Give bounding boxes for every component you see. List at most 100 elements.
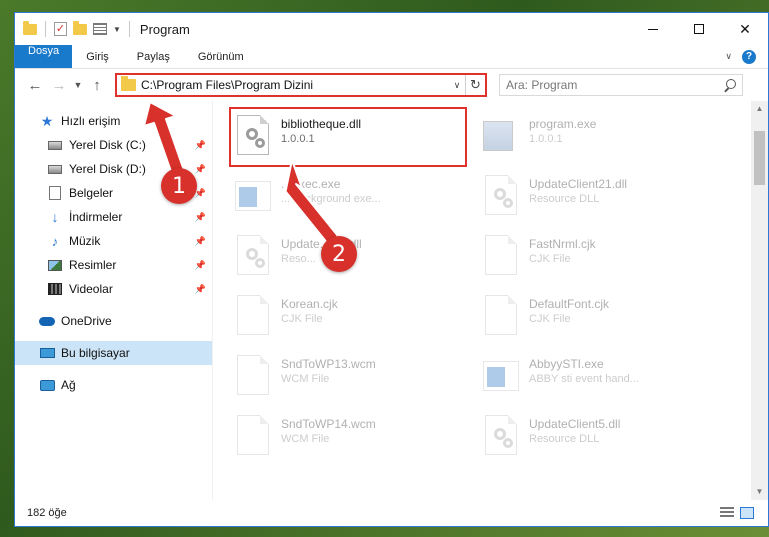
scroll-up-icon[interactable]: ▲	[751, 101, 768, 117]
toolbar-divider	[128, 21, 130, 37]
file-item[interactable]: UpdateClient21.dll Resource DLL	[483, 169, 731, 229]
file-item[interactable]: SndToWP13.wcm WCM File	[235, 349, 483, 409]
dll-file-icon	[483, 175, 519, 221]
toolbar-divider	[45, 21, 46, 37]
file-list: bibliotheque.dll 1.0.0.1 program.exe 1.0.0…	[213, 101, 768, 500]
sidebar-item-label: Resimler	[69, 258, 117, 272]
file-item[interactable]: Update...t21.dll Reso...	[235, 229, 483, 289]
file-item[interactable]: ...Exec.exe ... background exe...	[235, 169, 483, 229]
sidebar-item-label: Videolar	[69, 282, 113, 296]
sidebar-item-pictures[interactable]: Resimler 📌	[15, 253, 212, 277]
back-button[interactable]: ←	[23, 77, 47, 94]
file-icon	[235, 295, 271, 341]
file-icon	[235, 355, 271, 401]
sidebar-item-label: Hızlı erişim	[61, 114, 121, 128]
cloud-icon	[39, 313, 55, 329]
file-item[interactable]: UpdateClient5.dll Resource DLL	[483, 409, 731, 469]
ribbon-right-controls: ∨ ?	[725, 45, 768, 68]
star-icon: ★	[40, 112, 54, 129]
pin-icon[interactable]: 📌	[195, 284, 206, 295]
file-subtitle: CJK File	[529, 253, 571, 265]
quick-access-toolbar: ✓ ▼	[15, 13, 132, 45]
address-path[interactable]: C:\Program Files\Program Dizini	[141, 78, 449, 92]
folder-icon[interactable]	[23, 20, 37, 35]
tab-home[interactable]: Giriş	[72, 45, 123, 68]
expand-ribbon-icon[interactable]: ∨	[725, 51, 732, 62]
file-name: FastNrml.cjk	[529, 237, 596, 251]
file-item[interactable]: Korean.cjk CJK File	[235, 289, 483, 349]
program-exe-icon	[483, 115, 519, 161]
recent-locations-button[interactable]: ▼	[71, 80, 85, 90]
ribbon-tabs: Dosya Giriş Paylaş Görünüm ∨ ?	[15, 45, 768, 69]
forward-button[interactable]: →	[47, 77, 71, 94]
file-subtitle: ... background exe...	[281, 193, 381, 205]
vertical-scrollbar[interactable]: ▲ ▼	[751, 101, 768, 500]
sidebar-item-quick-access[interactable]: ★ Hızlı erişim	[15, 109, 212, 133]
file-name: SndToWP13.wcm	[281, 357, 376, 371]
search-icon[interactable]	[724, 79, 736, 91]
documents-icon	[47, 185, 63, 201]
scroll-down-icon[interactable]: ▼	[751, 484, 768, 500]
file-name: ...Exec.exe	[281, 177, 341, 191]
file-name: program.exe	[529, 117, 597, 131]
close-button[interactable]: ✕	[722, 13, 768, 45]
minimize-button[interactable]	[630, 13, 676, 45]
help-icon[interactable]: ?	[742, 49, 756, 64]
sidebar-item-this-pc[interactable]: Bu bilgisayar	[15, 341, 212, 365]
new-folder-icon[interactable]	[73, 20, 87, 35]
file-subtitle: WCM File	[281, 373, 330, 385]
pin-icon[interactable]: 📌	[195, 164, 206, 175]
videos-icon	[47, 281, 63, 297]
search-input[interactable]: Ara: Program	[499, 74, 743, 96]
pin-icon[interactable]: 📌	[195, 236, 206, 247]
close-icon: ✕	[739, 20, 751, 37]
file-subtitle: 1.0.0.1	[529, 133, 563, 145]
sidebar-item-downloads[interactable]: ↓ İndirmeler 📌	[15, 205, 212, 229]
address-dropdown-icon[interactable]: ∨	[449, 80, 465, 91]
refresh-button[interactable]: ↻	[465, 75, 485, 95]
tab-file[interactable]: Dosya	[15, 45, 73, 68]
file-name: AbbyySTI.exe	[529, 357, 604, 371]
pin-icon[interactable]: 📌	[195, 140, 206, 151]
file-item-bibliotheque-dll[interactable]: bibliotheque.dll 1.0.0.1	[229, 107, 467, 167]
file-item[interactable]: SndToWP14.wcm WCM File	[235, 409, 483, 469]
network-icon	[39, 377, 55, 393]
properties-check-icon[interactable]: ✓	[54, 22, 67, 36]
address-bar[interactable]: C:\Program Files\Program Dizini ∨ ↻	[115, 73, 487, 97]
file-item[interactable]: AbbyySTI.exe ABBY sti event hand...	[483, 349, 731, 409]
sidebar-item-network[interactable]: Ağ	[15, 373, 212, 397]
file-name: SndToWP14.wcm	[281, 417, 376, 431]
sidebar-item-onedrive[interactable]: OneDrive	[15, 309, 212, 333]
up-button[interactable]: ↑	[85, 77, 109, 94]
item-count: 182 öğe	[27, 507, 67, 519]
file-item[interactable]: DefaultFont.cjk CJK File	[483, 289, 731, 349]
file-subtitle: WCM File	[281, 433, 330, 445]
search-placeholder: Ara: Program	[506, 78, 578, 92]
large-icons-view-icon[interactable]	[740, 507, 754, 519]
tab-share[interactable]: Paylaş	[123, 45, 184, 68]
properties-icon[interactable]	[93, 23, 107, 35]
sidebar-item-local-disk-c[interactable]: Yerel Disk (C:) 📌	[15, 133, 212, 157]
scroll-thumb[interactable]	[754, 131, 765, 185]
sidebar-item-videos[interactable]: Videolar 📌	[15, 277, 212, 301]
music-icon: ♪	[51, 233, 59, 249]
navigation-pane: ★ Hızlı erişim Yerel Disk (C:) 📌 Yerel D…	[15, 101, 213, 500]
step-badge-1: 1	[161, 168, 197, 204]
file-version: 1.0.0.1	[281, 133, 315, 145]
pin-icon[interactable]: 📌	[195, 212, 206, 223]
file-item[interactable]: program.exe 1.0.0.1	[483, 109, 731, 169]
view-buttons	[720, 507, 768, 519]
pictures-icon	[47, 257, 63, 273]
details-view-icon[interactable]	[720, 507, 734, 519]
tab-view[interactable]: Görünüm	[184, 45, 258, 68]
file-item[interactable]: FastNrml.cjk CJK File	[483, 229, 731, 289]
downloads-icon: ↓	[51, 209, 59, 225]
status-bar: 182 öğe	[15, 500, 768, 526]
dll-file-icon	[235, 235, 271, 281]
customize-toolbar-icon[interactable]: ▼	[113, 25, 121, 34]
pin-icon[interactable]: 📌	[195, 260, 206, 271]
explorer-window: ✓ ▼ Program ✕ Dosya Giriş Paylaş Görünüm…	[14, 12, 769, 527]
file-name: Korean.cjk	[281, 297, 338, 311]
maximize-button[interactable]	[676, 13, 722, 45]
sidebar-item-music[interactable]: ♪ Müzik 📌	[15, 229, 212, 253]
